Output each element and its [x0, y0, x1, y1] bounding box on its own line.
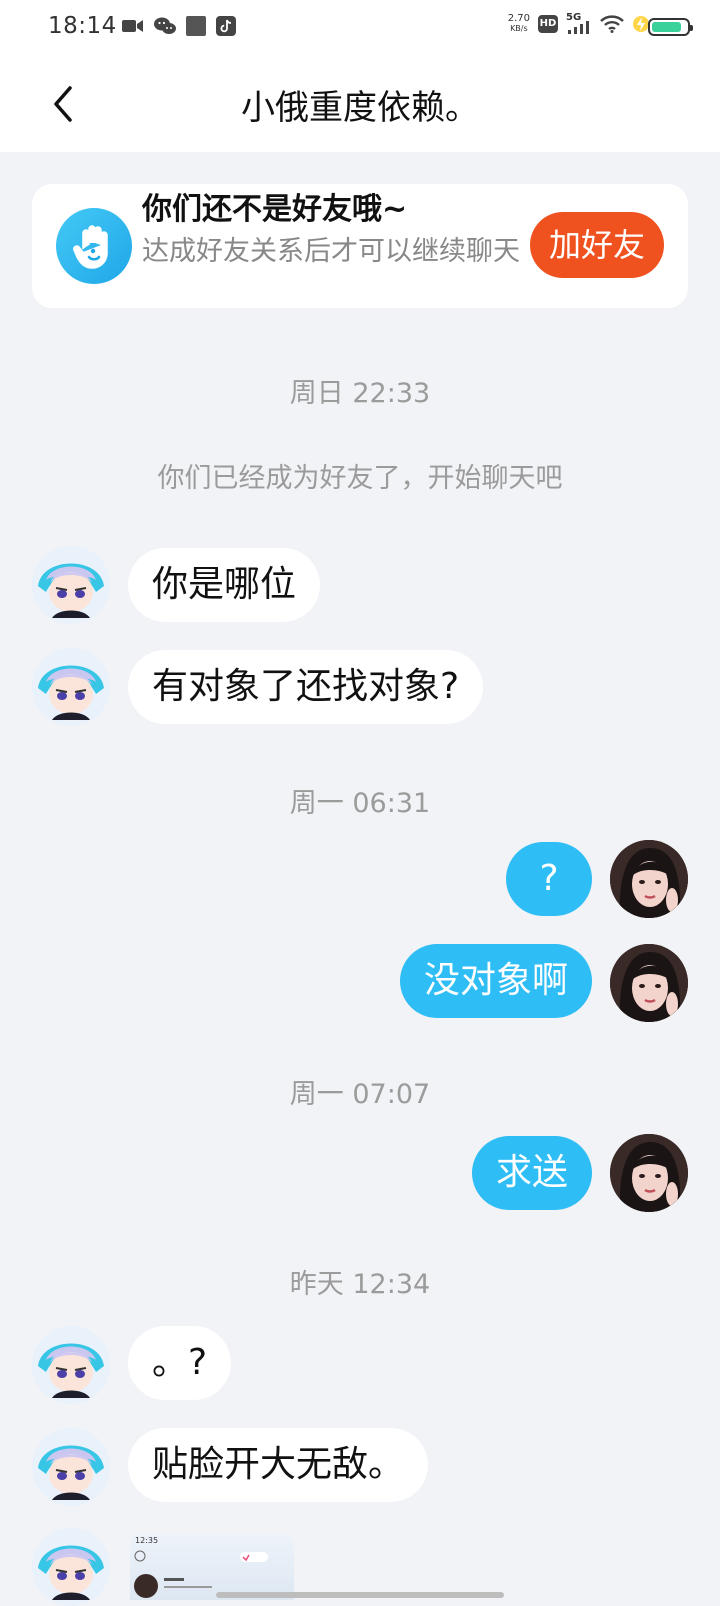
message-incoming: 有对象了还找对象? [0, 648, 720, 726]
network-speed: 2.70 KB/s [508, 14, 530, 34]
waving-hand-icon [56, 208, 132, 284]
chat-title: 小俄重度依赖。 [241, 88, 479, 128]
video-camera-icon [122, 20, 143, 32]
banner-subtitle: 达成好友关系后才可以继续聊天 [142, 236, 520, 267]
message-bubble[interactable]: ? [506, 842, 592, 916]
contact-avatar[interactable] [32, 1326, 110, 1404]
my-avatar[interactable] [610, 1134, 688, 1212]
message-incoming [0, 1528, 720, 1606]
contact-avatar[interactable] [32, 648, 110, 726]
image-message[interactable]: 12:35 [130, 1534, 294, 1600]
wifi-icon [600, 15, 624, 33]
status-time: 18:14 [48, 13, 117, 39]
wechat-icon [154, 17, 176, 34]
message-outgoing: 求送 [0, 1134, 720, 1212]
message-bubble[interactable]: 有对象了还找对象? [128, 650, 484, 724]
system-notice: 你们已经成为好友了，开始聊天吧 [157, 463, 563, 494]
banner-title: 你们还不是好友哦~ [142, 192, 408, 227]
network-speed-value: 2.70 [507, 13, 530, 24]
message-bubble[interactable]: 你是哪位 [128, 548, 321, 622]
message-incoming: 。? [0, 1326, 720, 1404]
timestamp: 周日 22:33 [289, 378, 431, 409]
status-bar: 18:14 2.70 KB/s HD 5G [0, 0, 720, 56]
battery-icon [648, 18, 693, 36]
app-square-icon [186, 16, 206, 36]
hd-icon: HD [538, 15, 558, 33]
tiktok-icon [216, 16, 236, 36]
battery-level [652, 22, 681, 32]
my-avatar[interactable] [610, 944, 688, 1022]
timestamp: 周一 07:07 [289, 1079, 431, 1110]
message-incoming: 你是哪位 [0, 546, 720, 624]
contact-avatar[interactable] [32, 546, 110, 624]
message-outgoing: 没对象啊 [0, 944, 720, 1022]
timestamp: 昨天 12:34 [289, 1269, 431, 1300]
contact-avatar[interactable] [32, 1428, 110, 1506]
timestamp: 周一 06:31 [289, 788, 431, 819]
cellular-signal-icon: 5G [566, 12, 592, 34]
message-bubble[interactable]: 。? [128, 1326, 232, 1400]
contact-avatar[interactable] [32, 1528, 110, 1606]
not-friends-banner: 你们还不是好友哦~ 达成好友关系后才可以继续聊天 加好友 [32, 184, 688, 308]
chat-header: 小俄重度依赖。 [0, 56, 720, 152]
my-avatar[interactable] [610, 840, 688, 918]
screenshot-thumbnail-icon [134, 1550, 268, 1598]
add-friend-button[interactable]: 加好友 [530, 212, 664, 278]
home-indicator[interactable] [216, 1592, 504, 1598]
message-incoming: 贴脸开大无敌。 [0, 1428, 720, 1506]
message-bubble[interactable]: 贴脸开大无敌。 [128, 1428, 429, 1502]
network-speed-unit: KB/s [510, 24, 528, 33]
message-bubble[interactable]: 没对象啊 [399, 944, 592, 1018]
message-bubble[interactable]: 求送 [471, 1136, 592, 1210]
message-outgoing: ? [0, 840, 720, 920]
